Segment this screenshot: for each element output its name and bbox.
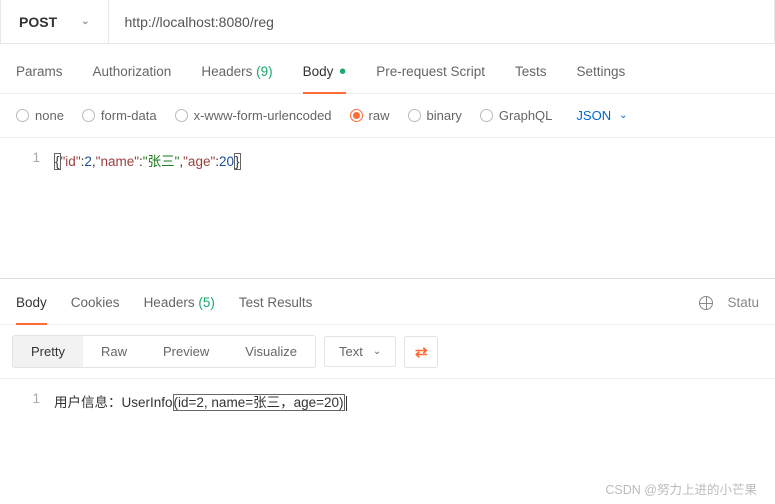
request-body-editor[interactable]: 1 {"id":2,"name":"张三","age":20} xyxy=(0,138,775,278)
tab-prerequest[interactable]: Pre-request Script xyxy=(376,64,485,79)
response-panel: Body Cookies Headers (5) Test Results St… xyxy=(0,278,775,417)
body-type-row: none form-data x-www-form-urlencoded raw… xyxy=(0,94,775,138)
tab-body[interactable]: Body • xyxy=(303,64,347,79)
chevron-down-icon: ⌄ xyxy=(619,110,627,121)
tab-headers-label: Headers xyxy=(201,64,252,79)
watermark: CSDN @努力上进的小芒果 xyxy=(605,479,757,498)
response-body-editor[interactable]: 1 用户信息：UserInfo(id=2, name=张三，age=20) xyxy=(0,379,775,417)
url-input[interactable]: http://localhost:8080/reg xyxy=(109,0,774,43)
response-line: 用户信息：UserInfo(id=2, name=张三，age=20) xyxy=(54,391,775,411)
raw-language-value: JSON xyxy=(576,108,611,123)
response-headers-label: Headers xyxy=(144,295,195,310)
line-number: 1 xyxy=(0,150,54,278)
body-type-formdata[interactable]: form-data xyxy=(82,108,157,123)
raw-language-select[interactable]: JSON ⌄ xyxy=(576,108,627,123)
view-pretty-button[interactable]: Pretty xyxy=(13,336,83,367)
request-row: POST ⌄ http://localhost:8080/reg xyxy=(0,0,775,44)
tab-settings[interactable]: Settings xyxy=(577,64,626,79)
content-type-value: Text xyxy=(339,344,363,359)
response-view-group: Pretty Raw Preview Visualize xyxy=(12,335,316,368)
response-view-controls: Pretty Raw Preview Visualize Text ⌄ ⇄ xyxy=(0,325,775,379)
body-modified-dot: • xyxy=(339,61,346,83)
chevron-down-icon: ⌄ xyxy=(373,346,381,357)
chevron-down-icon: ⌄ xyxy=(81,16,89,27)
body-type-graphql[interactable]: GraphQL xyxy=(480,108,552,123)
body-type-raw[interactable]: raw xyxy=(350,108,390,123)
tab-response-cookies[interactable]: Cookies xyxy=(71,295,120,310)
json-line: {"id":2,"name":"张三","age":20} xyxy=(54,150,775,278)
tab-authorization[interactable]: Authorization xyxy=(93,64,172,79)
tab-response-testresults[interactable]: Test Results xyxy=(239,295,313,310)
view-raw-button[interactable]: Raw xyxy=(83,336,145,367)
tab-headers[interactable]: Headers (9) xyxy=(201,64,272,79)
tab-params[interactable]: Params xyxy=(16,64,63,79)
globe-icon[interactable] xyxy=(699,296,713,310)
tab-tests[interactable]: Tests xyxy=(515,64,547,79)
body-type-none[interactable]: none xyxy=(16,108,64,123)
response-tabs: Body Cookies Headers (5) Test Results St… xyxy=(0,279,775,325)
method-value: POST xyxy=(19,14,57,30)
tab-response-body[interactable]: Body xyxy=(16,295,47,310)
wrap-lines-button[interactable]: ⇄ xyxy=(404,336,438,368)
url-value: http://localhost:8080/reg xyxy=(125,14,274,30)
response-headers-count: (5) xyxy=(198,295,215,310)
response-content-type-select[interactable]: Text ⌄ xyxy=(324,336,396,367)
request-tabs: Params Authorization Headers (9) Body • … xyxy=(0,44,775,94)
line-number: 1 xyxy=(0,391,54,411)
tab-response-headers[interactable]: Headers (5) xyxy=(144,295,215,310)
body-type-urlencoded[interactable]: x-www-form-urlencoded xyxy=(175,108,332,123)
view-preview-button[interactable]: Preview xyxy=(145,336,227,367)
view-visualize-button[interactable]: Visualize xyxy=(227,336,315,367)
body-type-binary[interactable]: binary xyxy=(408,108,462,123)
status-label: Statu xyxy=(727,295,759,310)
method-select[interactable]: POST ⌄ xyxy=(1,0,109,43)
headers-count: (9) xyxy=(256,64,273,79)
tab-body-label: Body xyxy=(303,64,334,79)
